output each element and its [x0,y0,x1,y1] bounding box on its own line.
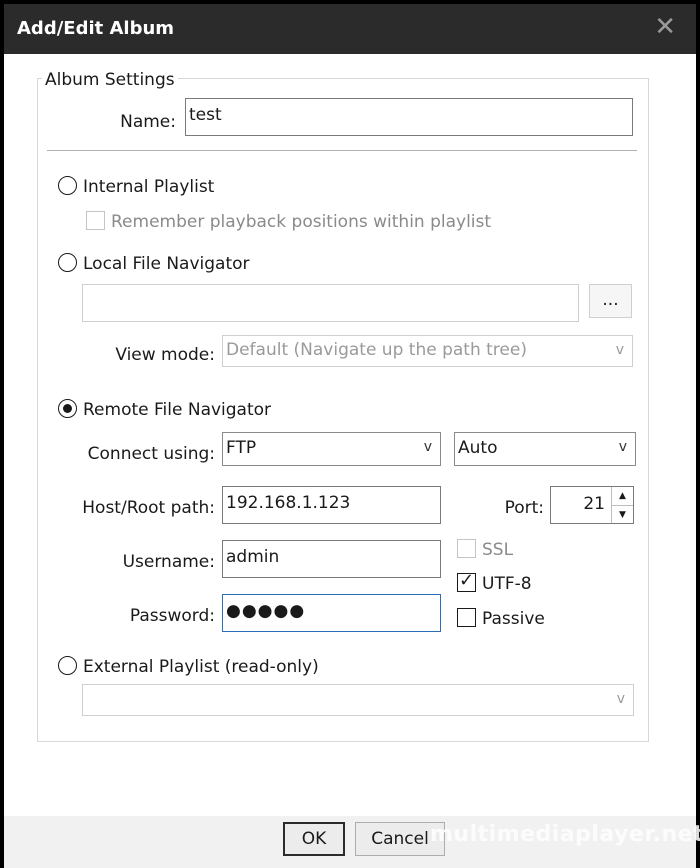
view-mode-label: View mode: [115,345,215,365]
chevron-down-icon: v [615,342,624,358]
passive-checkbox[interactable] [457,608,476,627]
spin-down-icon[interactable]: ▼ [611,505,633,523]
connect-using-label: Connect using: [87,444,215,464]
protocol-value: FTP [226,438,257,458]
local-path-field[interactable] [82,284,579,322]
external-playlist-radio[interactable] [58,656,77,675]
port-label: Port: [504,498,544,518]
port-value: 21 [583,494,605,514]
chevron-down-icon: v [616,691,625,707]
remote-file-navigator-radio[interactable] [58,399,77,418]
dialog-title: Add/Edit Album [17,18,175,39]
ok-button[interactable]: OK [283,822,345,856]
ssl-label: SSL [482,540,514,560]
chevron-down-icon: v [618,439,627,455]
spin-up-icon[interactable]: ▲ [611,487,633,505]
host-root-path-label: Host/Root path: [82,498,215,518]
username-label: Username: [122,552,215,572]
local-file-navigator-radio[interactable] [58,253,77,272]
mode-select[interactable]: Auto v [454,432,636,466]
username-field[interactable]: admin [222,540,441,578]
utf8-checkbox[interactable]: ✓ [457,570,476,592]
passive-label: Passive [482,609,545,629]
host-root-path-field[interactable]: 192.168.1.123 [222,486,441,524]
browse-button[interactable]: ... [589,284,632,318]
password-label: Password: [129,606,215,626]
name-label: Name: [120,112,176,132]
utf8-label: UTF-8 [482,574,532,594]
internal-playlist-label: Internal Playlist [83,177,215,197]
remote-file-navigator-label: Remote File Navigator [83,400,272,420]
album-settings-legend: Album Settings [42,70,178,90]
internal-playlist-radio[interactable] [58,176,77,195]
title-bar: Add/Edit Album ✕ [4,4,696,54]
name-field[interactable]: test [185,98,633,136]
checkmark-icon: ✓ [459,570,475,591]
add-edit-album-dialog: Add/Edit Album ✕ Album Settings Name: te… [0,0,700,868]
close-icon[interactable]: ✕ [654,12,676,42]
local-file-navigator-label: Local File Navigator [83,254,250,274]
chevron-down-icon: v [423,439,432,455]
remember-positions-label: Remember playback positions within playl… [111,212,492,232]
external-playlist-label: External Playlist (read-only) [83,657,319,677]
protocol-select[interactable]: FTP v [222,432,441,466]
ssl-checkbox[interactable] [457,539,476,558]
watermark: multimediaplayer.net [430,822,700,847]
external-playlist-select[interactable]: v [82,684,634,716]
mode-value: Auto [458,438,498,458]
view-mode-value: Default (Navigate up the path tree) [226,340,527,360]
view-mode-select[interactable]: Default (Navigate up the path tree) v [222,335,633,367]
password-field[interactable]: ●●●●● [222,594,441,632]
separator [47,150,637,151]
port-stepper[interactable]: 21 ▲ ▼ [550,486,634,524]
remember-positions-checkbox[interactable] [86,211,105,230]
